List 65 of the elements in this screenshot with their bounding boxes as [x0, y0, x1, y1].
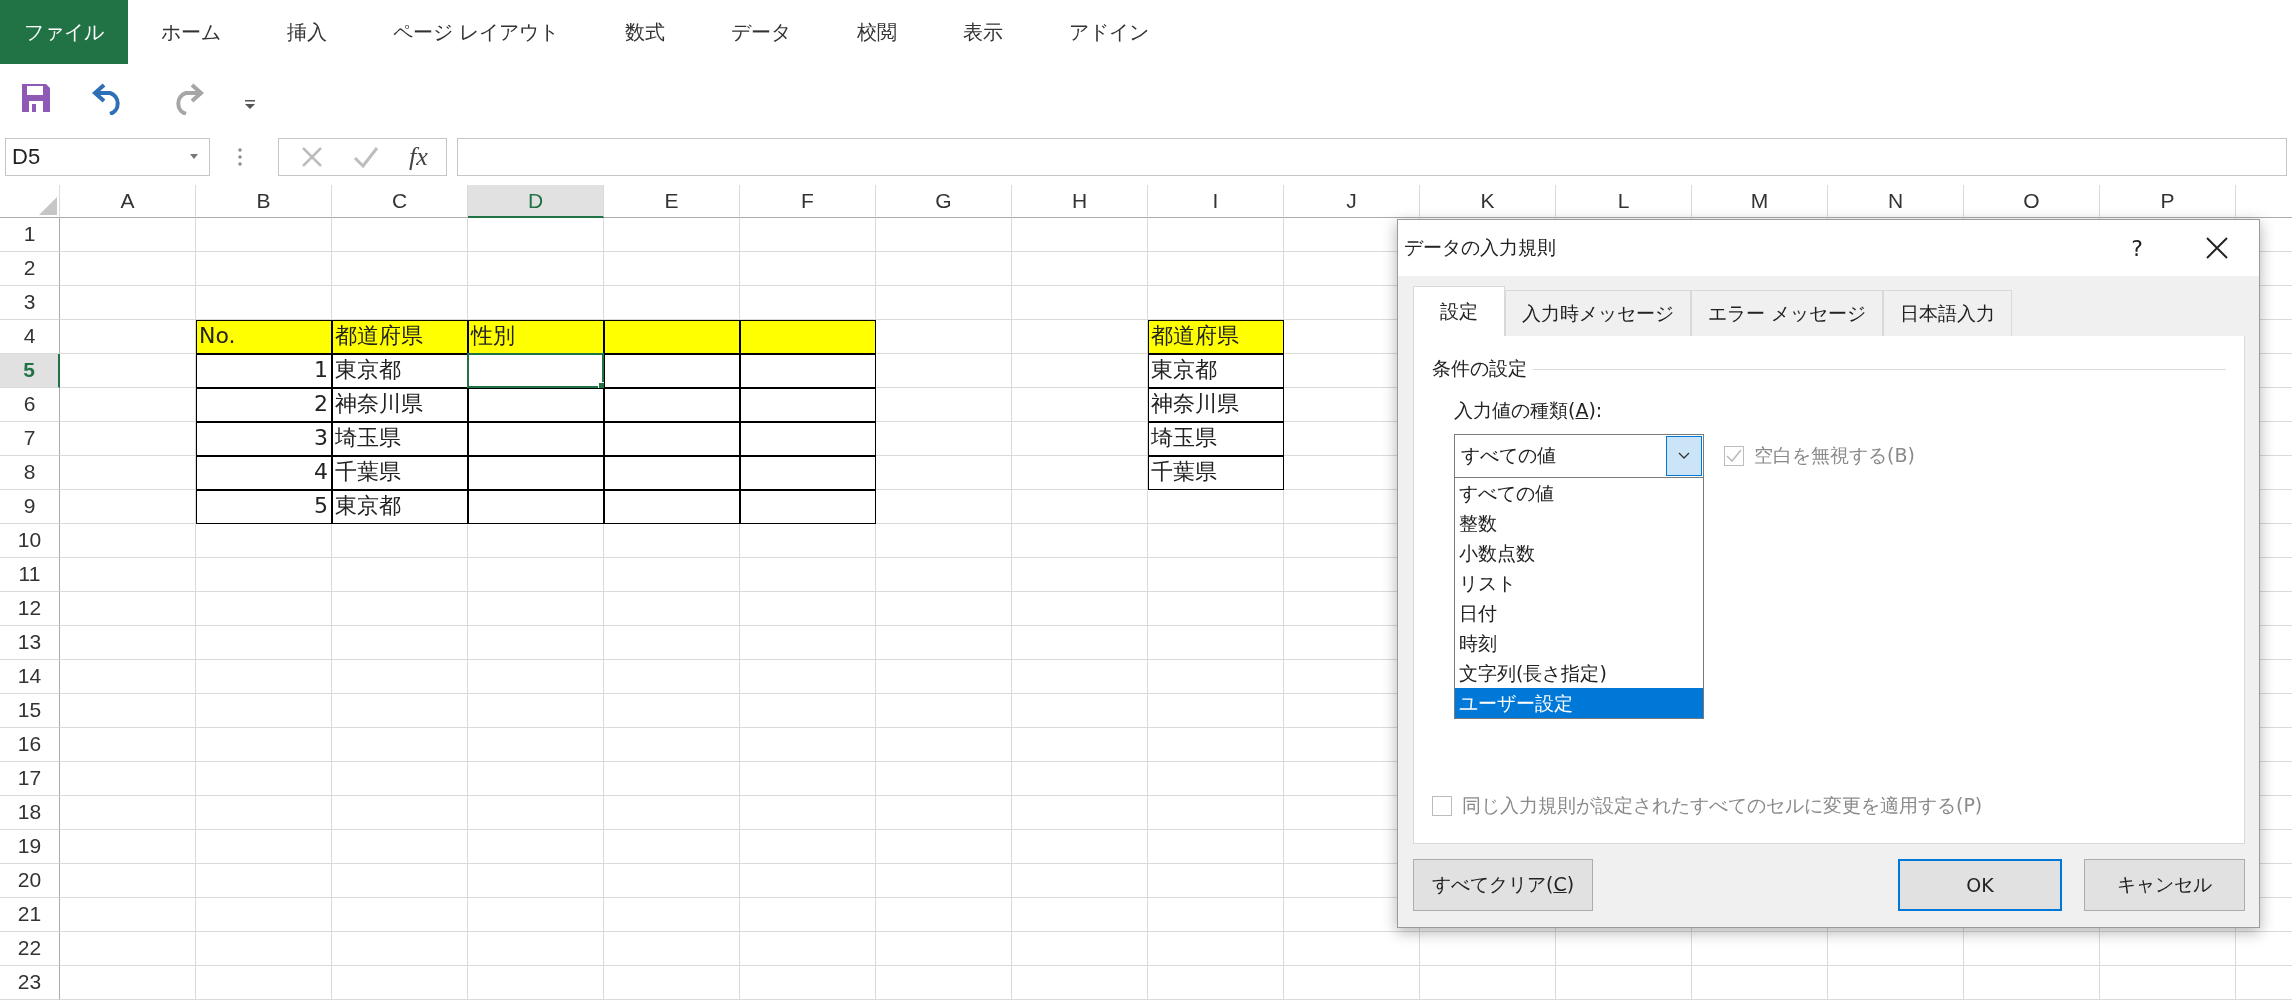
customize-caret-icon[interactable] — [244, 100, 256, 110]
table-cell: 都道府県 — [332, 320, 468, 354]
file-tab[interactable]: ファイル — [0, 0, 128, 64]
dialog-tab[interactable]: 設定 — [1413, 286, 1505, 336]
column-header[interactable]: D — [468, 185, 604, 218]
dialog-tab[interactable]: 日本語入力 — [1883, 290, 2013, 336]
table-cell: 千葉県 — [1148, 456, 1284, 490]
table-cell: 埼玉県 — [1148, 422, 1284, 456]
ribbon-tab[interactable]: 表示 — [930, 0, 1037, 64]
table-cell: 埼玉県 — [332, 422, 468, 456]
clear-all-button[interactable]: すべてクリア(C) — [1413, 859, 1594, 911]
ribbon-tab[interactable]: アドイン — [1036, 0, 1183, 64]
cancel-button[interactable]: キャンセル — [2084, 859, 2245, 911]
table-cell: 3 — [196, 422, 332, 456]
dropdown-option[interactable]: ユーザー設定 — [1455, 688, 1703, 718]
dropdown-option[interactable]: 日付 — [1455, 598, 1703, 628]
ok-button[interactable]: OK — [1898, 859, 2062, 911]
ribbon-tab[interactable]: 校閲 — [824, 0, 931, 64]
save-icon[interactable] — [20, 82, 52, 114]
ribbon-tab[interactable]: ホーム — [128, 0, 254, 64]
checkbox-label: 空白を無視する(B) — [1754, 443, 1915, 468]
dialog-title: データの入力規則 — [1404, 235, 1557, 260]
dropdown-option[interactable]: 小数点数 — [1455, 538, 1703, 568]
insert-function-button[interactable]: fx — [409, 142, 428, 172]
group-label: 条件の設定 — [1432, 356, 1527, 381]
dialog-tab[interactable]: 入力時メッセージ — [1505, 290, 1691, 336]
checkbox-label: 同じ入力規則が設定されたすべてのセルに変更を適用する(P) — [1462, 793, 1983, 818]
table-cell: 性別 — [468, 320, 604, 354]
table-cell: 東京都 — [1148, 354, 1284, 388]
table-cell: 神奈川県 — [332, 388, 468, 422]
checkmark-icon[interactable] — [353, 146, 379, 168]
dropdown-option[interactable]: 文字列(長さ指定) — [1455, 658, 1703, 688]
active-cell[interactable] — [468, 354, 604, 388]
dropdown-option[interactable]: リスト — [1455, 568, 1703, 598]
dropdown-button[interactable] — [1666, 436, 1702, 476]
dropdown-option[interactable]: すべての値 — [1455, 478, 1703, 508]
table-cell: 1 — [196, 354, 332, 388]
ribbon-tab[interactable]: ページ レイアウト — [360, 0, 593, 64]
ribbon-tab[interactable]: データ — [698, 0, 825, 64]
cancel-icon[interactable] — [301, 146, 323, 168]
table-cell: 2 — [196, 388, 332, 422]
close-icon[interactable] — [2205, 236, 2229, 260]
fill-handle[interactable] — [598, 382, 606, 390]
ribbon-tab[interactable]: 数式 — [592, 0, 699, 64]
dialog-tab[interactable]: エラー メッセージ — [1691, 290, 1884, 336]
name-box[interactable]: D5 — [5, 138, 210, 176]
dropdown-option[interactable]: 時刻 — [1455, 628, 1703, 658]
table-cell: 神奈川県 — [1148, 388, 1284, 422]
table-cell: 東京都 — [332, 354, 468, 388]
table-cell: 都道府県 — [1148, 320, 1284, 354]
table-cell: 5 — [196, 490, 332, 524]
caret-icon — [189, 154, 199, 160]
formula-field[interactable] — [456, 138, 2287, 176]
field-label: 入力値の種類(A): — [1454, 398, 1604, 423]
ribbon-tab[interactable]: 挿入 — [254, 0, 360, 64]
row-header[interactable]: 5 — [0, 354, 60, 388]
grip-icon — [238, 148, 242, 166]
chevron-down-icon — [1678, 452, 1690, 460]
table-cell: 東京都 — [332, 490, 468, 524]
type-dropdown[interactable]: すべての値 — [1454, 434, 1704, 478]
dropdown-option[interactable]: 整数 — [1455, 508, 1703, 538]
table-cell: 4 — [196, 456, 332, 490]
table-cell: 千葉県 — [332, 456, 468, 490]
table-cell: No. — [196, 320, 332, 354]
help-button[interactable]: ? — [2131, 235, 2143, 261]
